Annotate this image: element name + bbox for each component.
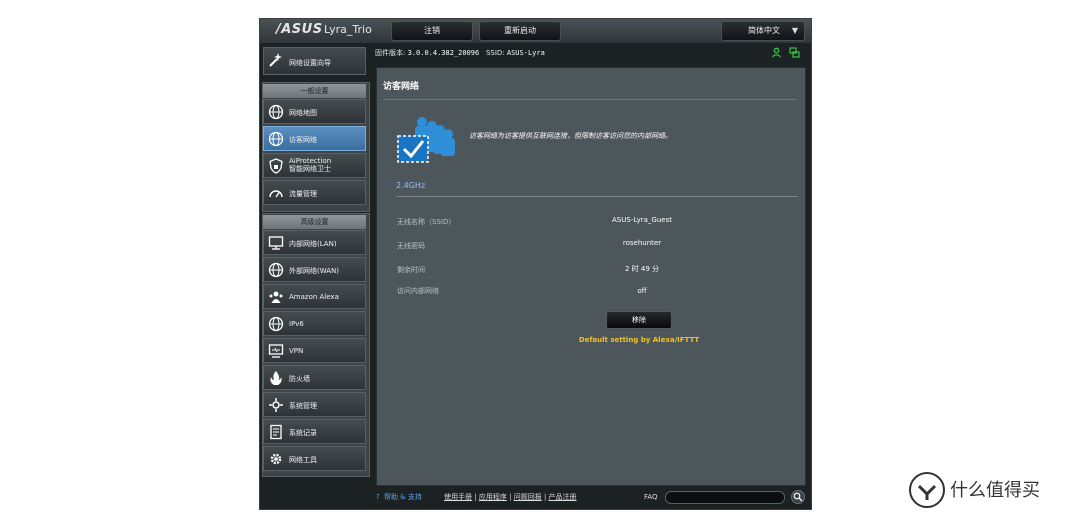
logout-button[interactable]: 注销 xyxy=(391,21,473,41)
feedback-link[interactable]: 问题回报 xyxy=(514,493,542,501)
vpn-monitor-icon xyxy=(268,343,284,359)
sidebar-item-system-log[interactable]: 系统记录 xyxy=(263,419,366,444)
ssid-label: SSID: xyxy=(485,49,505,57)
ssid-row-label: 无线名称（SSID） xyxy=(397,218,456,226)
sidebar-item-label: 流量管理 xyxy=(289,190,317,198)
sidebar-item-amazon-alexa[interactable]: Amazon Alexa xyxy=(263,284,366,309)
ssid-value: ASUS-Lyra xyxy=(506,49,545,57)
sidebar-item-label: 网络工具 xyxy=(289,456,317,464)
band-label: 2.4GHz xyxy=(396,181,426,190)
firmware-label: 固件版本: xyxy=(375,49,406,57)
advanced-settings-heading: 高级设置 xyxy=(263,215,366,229)
sidebar-item-label: 访客网络 xyxy=(289,136,317,144)
language-value: 简体中文 xyxy=(748,26,780,35)
firmware-value[interactable]: 3.0.0.4.382_20096 xyxy=(408,49,480,57)
sidebar-item-traffic-manager[interactable]: 流量管理 xyxy=(263,180,366,205)
registration-link[interactable]: 产品注册 xyxy=(549,493,577,501)
guest-network-description: 访客网络为访客提供互联网连接，但限制访客访问您的内部网络。 xyxy=(469,132,672,140)
shield-icon xyxy=(268,158,284,174)
network-status-icon[interactable] xyxy=(789,47,800,58)
sidebar-item-ipv6[interactable]: IPv6 xyxy=(263,311,366,336)
faq-label: FAQ xyxy=(644,493,658,501)
model-name: Lyra_Trio xyxy=(324,23,372,36)
default-setting-link[interactable]: Default setting by Alexa/IFTTT xyxy=(559,336,719,344)
title-divider xyxy=(383,99,797,100)
sidebar-item-aiprotection[interactable]: AiProtection 智能网络卫士 xyxy=(263,153,366,178)
sidebar-item-network-tools[interactable]: 网络工具 xyxy=(263,446,366,471)
sidebar-item-label: 网络设置向导 xyxy=(289,59,331,67)
language-select[interactable]: 简体中文 ▼ xyxy=(721,21,805,41)
password-row-label: 无线密码 xyxy=(397,242,425,250)
search-icon[interactable] xyxy=(791,490,805,504)
faq-search-input[interactable] xyxy=(665,491,785,504)
password-row-value: rosehunter xyxy=(622,239,662,247)
remove-button[interactable]: 移除 xyxy=(606,311,672,329)
sidebar-item-label: IPv6 xyxy=(289,320,304,328)
gauge-icon xyxy=(268,185,284,201)
client-status-icon[interactable] xyxy=(771,47,782,58)
sidebar-item-label: 系统记录 xyxy=(289,429,317,437)
sidebar-item-label: 内部网络(LAN) xyxy=(289,240,337,248)
sidebar-item-vpn[interactable]: VPN xyxy=(263,338,366,363)
sidebar-item-administration[interactable]: 系统管理 xyxy=(263,392,366,417)
firmware-info: 固件版本: 3.0.0.4.382_20096 SSID: ASUS-Lyra xyxy=(375,45,805,61)
help-icon: ? xyxy=(376,493,380,501)
sidebar-item-label: 外部网络(WAN) xyxy=(289,267,340,275)
sidebar-item-label: 系统管理 xyxy=(289,402,317,410)
watermark-text: 什么值得买 xyxy=(950,480,1040,501)
asus-logo: /ASUS xyxy=(276,22,323,37)
log-icon xyxy=(268,424,284,440)
page-title: 访客网络 xyxy=(383,82,420,92)
smzdm-logo-icon xyxy=(909,472,945,508)
people-icon xyxy=(268,289,284,305)
sidebar-item-label: 网络地图 xyxy=(289,109,317,117)
manual-link[interactable]: 使用手册 xyxy=(444,493,472,501)
time-remaining-label: 剩余时间 xyxy=(397,266,425,274)
band-divider xyxy=(396,196,798,197)
intranet-access-value: off xyxy=(637,287,647,295)
ssid-row-value: ASUS-Lyra_Guest xyxy=(612,216,672,224)
sidebar-item-wan[interactable]: 外部网络(WAN) xyxy=(263,257,366,282)
utility-link[interactable]: 应用程序 xyxy=(479,493,507,501)
sidebar-item-label: VPN xyxy=(289,347,304,355)
guest-network-panel: 访客网络 访客网络为访客提供互联网连接，但限制访客访问您的内部网络。 2.4GH… xyxy=(376,67,806,486)
reboot-button[interactable]: 重新启动 xyxy=(479,21,561,41)
sidebar-item-firewall[interactable]: 防火墙 xyxy=(263,365,366,390)
general-settings-heading: 一般设置 xyxy=(263,84,366,98)
top-bar: /ASUS Lyra_Trio 注销 重新启动 简体中文 ▼ xyxy=(260,19,811,43)
wizard-icon xyxy=(268,52,284,68)
sidebar-item-label: 防火墙 xyxy=(289,375,310,383)
monitor-icon xyxy=(268,235,284,251)
globe-icon xyxy=(268,316,284,332)
intranet-access-label: 访问内部网络 xyxy=(397,287,439,295)
fire-icon xyxy=(268,370,284,386)
chevron-down-icon: ▼ xyxy=(791,26,798,35)
tools-icon xyxy=(268,397,284,413)
time-remaining-value: 2 时 49 分 xyxy=(624,265,660,273)
globe-icon xyxy=(268,104,284,120)
sidebar-item-guest-network[interactable]: 访客网络 xyxy=(263,126,366,151)
router-admin-window: /ASUS Lyra_Trio 注销 重新启动 简体中文 ▼ 固件版本: 3.0… xyxy=(259,18,812,510)
sidebar-item-lan[interactable]: 内部网络(LAN) xyxy=(263,230,366,255)
guest-network-icon xyxy=(395,116,461,164)
globe-icon xyxy=(268,131,284,147)
sidebar-item-label: Amazon Alexa xyxy=(289,293,339,301)
globe-icon xyxy=(268,262,284,278)
sidebar-item-wizard[interactable]: 网络设置向导 xyxy=(263,47,366,75)
sidebar-item-label: AiProtection 智能网络卫士 xyxy=(289,157,332,173)
gear-icon xyxy=(268,451,284,467)
sidebar-item-network-map[interactable]: 网络地图 xyxy=(263,99,366,124)
help-support-label[interactable]: 帮助 & 支持 xyxy=(384,493,422,501)
